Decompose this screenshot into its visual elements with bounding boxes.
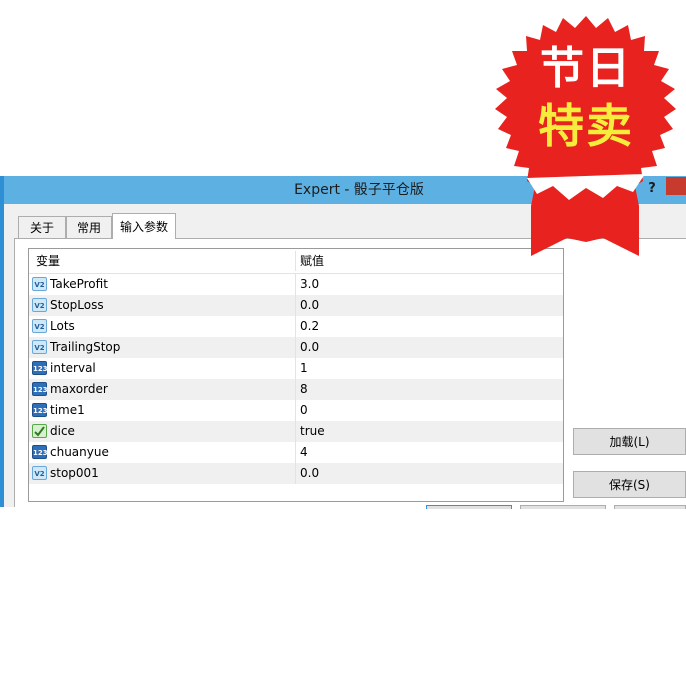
header-divider	[295, 251, 296, 271]
column-divider	[295, 379, 296, 400]
load-button[interactable]: 加载(L)	[573, 428, 686, 455]
bool-icon	[32, 424, 47, 438]
table-row[interactable]: 123 chuanyue 4	[29, 442, 563, 463]
param-value[interactable]: 0	[300, 400, 308, 421]
param-value[interactable]: 0.0	[300, 337, 319, 358]
param-value[interactable]: 1	[300, 358, 308, 379]
column-divider	[295, 400, 296, 421]
header-value[interactable]: 赋值	[300, 249, 324, 273]
cancel-button[interactable]	[520, 505, 606, 509]
param-value[interactable]: 0.2	[300, 316, 319, 337]
param-name: Lots	[50, 319, 75, 333]
column-divider	[295, 337, 296, 358]
param-value[interactable]: 0.0	[300, 463, 319, 484]
v2-icon: V2	[32, 319, 47, 333]
reset-button[interactable]	[614, 505, 686, 509]
column-divider	[295, 421, 296, 442]
check-icon	[34, 426, 45, 437]
tab-inputs[interactable]: 输入参数	[112, 213, 176, 239]
table-row[interactable]: V2 stop001 0.0	[29, 463, 563, 484]
header-variable[interactable]: 变量	[36, 249, 60, 273]
param-name: TakeProfit	[50, 277, 108, 291]
table-row[interactable]: 123 interval 1	[29, 358, 563, 379]
list-header: 变量 赋值	[29, 249, 563, 274]
param-value[interactable]: 8	[300, 379, 308, 400]
123-icon: 123	[32, 382, 48, 396]
table-row[interactable]: dice true	[29, 421, 563, 442]
param-name: dice	[50, 424, 75, 438]
v2-icon: V2	[32, 277, 47, 291]
table-row[interactable]: V2 TakeProfit 3.0	[29, 274, 563, 295]
param-name: StopLoss	[50, 298, 104, 312]
badge-line1: 节日	[540, 43, 632, 94]
v2-icon: V2	[32, 298, 47, 312]
tab-about[interactable]: 关于	[18, 216, 66, 238]
save-button[interactable]: 保存(S)	[573, 471, 686, 498]
badge-line2: 特卖	[538, 99, 634, 153]
123-icon: 123	[32, 445, 48, 459]
param-name: TrailingStop	[50, 340, 121, 354]
column-divider	[295, 295, 296, 316]
param-name: stop001	[50, 466, 99, 480]
column-divider	[295, 274, 296, 295]
v2-icon: V2	[32, 340, 47, 354]
param-value[interactable]: 3.0	[300, 274, 319, 295]
param-value[interactable]: 0.0	[300, 295, 319, 316]
table-row[interactable]: V2 StopLoss 0.0	[29, 295, 563, 316]
param-name: chuanyue	[50, 445, 109, 459]
table-row[interactable]: 123 maxorder 8	[29, 379, 563, 400]
v2-icon: V2	[32, 466, 47, 480]
column-divider	[295, 316, 296, 337]
param-name: maxorder	[50, 382, 108, 396]
123-icon: 123	[32, 361, 48, 375]
param-value[interactable]: true	[300, 421, 325, 442]
table-row[interactable]: 123 time1 0	[29, 400, 563, 421]
window-edge	[0, 176, 4, 507]
table-row[interactable]: V2 TrailingStop 0.0	[29, 337, 563, 358]
column-divider	[295, 442, 296, 463]
param-value[interactable]: 4	[300, 442, 308, 463]
table-row[interactable]: V2 Lots 0.2	[29, 316, 563, 337]
param-name: interval	[50, 361, 96, 375]
parameter-list[interactable]: 变量 赋值 V2 TakeProfit 3.0 V2 StopLoss 0.0 …	[28, 248, 564, 502]
column-divider	[295, 358, 296, 379]
123-icon: 123	[32, 403, 48, 417]
ok-button[interactable]	[426, 505, 512, 509]
tab-common[interactable]: 常用	[66, 216, 112, 238]
column-divider	[295, 463, 296, 484]
param-name: time1	[50, 403, 85, 417]
